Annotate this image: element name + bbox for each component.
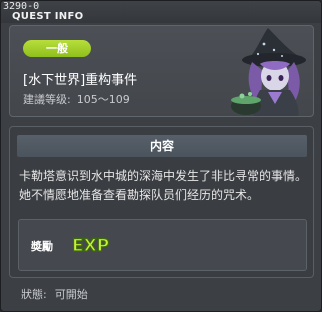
reward-box: 奬勵 EXP <box>18 219 307 271</box>
quest-header-panel: 一般 [水下世界]重构事件 建議等级: 105～109 <box>9 25 314 117</box>
quest-name: [水下世界]重构事件 <box>23 73 138 88</box>
window-title: QUEST INFO <box>12 11 84 22</box>
content-panel: 内容 卡勒塔意识到水中城的深海中发生了非比寻常的事情。她不情愿地准备查看勘探队员… <box>9 126 314 278</box>
quest-info-window: 3290-0 QUEST INFO 一般 [水下世界]重构事件 建議等级: 105… <box>0 0 322 312</box>
level-label: 建議等级: <box>23 93 71 106</box>
exp-icon-text: EXP <box>72 236 109 256</box>
content-section-title: 内容 <box>17 135 307 157</box>
quest-description: 卡勒塔意识到水中城的深海中发生了非比寻常的事情。她不情愿地准备查看勘探队员们经历… <box>19 169 308 202</box>
reward-label: 奬勵 <box>31 240 53 253</box>
witch-npc-icon <box>231 28 306 116</box>
status-label: 狀態: <box>21 288 47 301</box>
quest-status: 狀態: 可開始 <box>21 286 88 302</box>
exp-icon[interactable]: EXP <box>69 230 115 258</box>
category-badge: 一般 <box>23 40 91 57</box>
level-requirement: 建議等级: 105～109 <box>23 91 130 107</box>
status-value: 可開始 <box>54 288 88 301</box>
title-bar[interactable]: 3290-0 QUEST INFO <box>1 1 321 23</box>
level-range: 105～109 <box>76 93 130 106</box>
